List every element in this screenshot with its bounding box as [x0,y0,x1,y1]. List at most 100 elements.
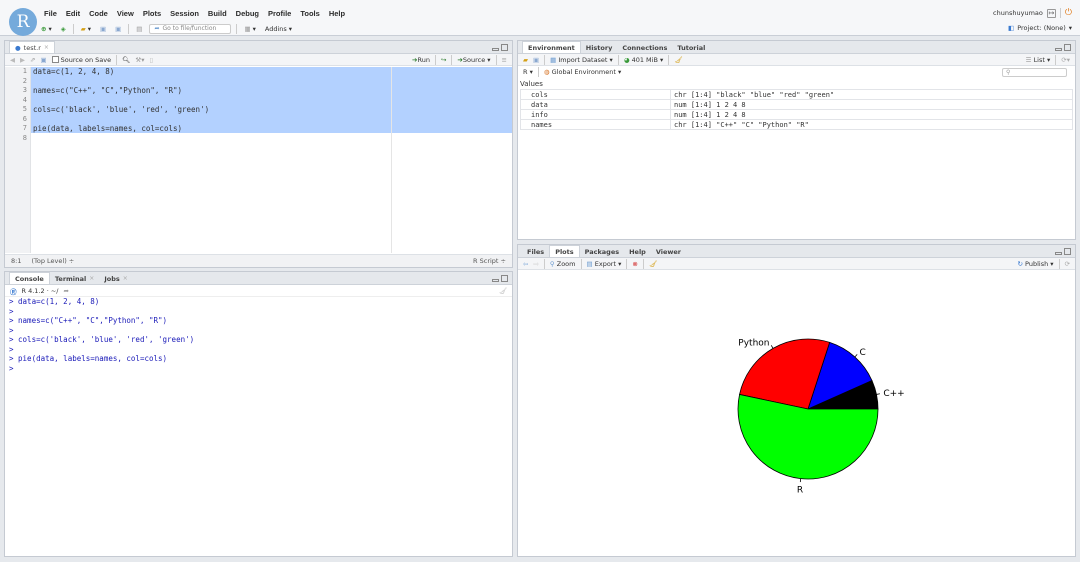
tab-packages[interactable]: Packages [580,246,624,257]
sign-out-icon[interactable]: ↦ [1046,8,1056,18]
tab-tutorial[interactable]: Tutorial [672,42,710,53]
tab-jobs[interactable]: Jobs × [99,273,132,284]
language-selector[interactable]: R ▾ [523,68,533,76]
print-margin [391,67,392,253]
wand-icon[interactable]: ⚒▾ [135,56,144,64]
tab-files[interactable]: Files [522,246,549,257]
menu-profile[interactable]: Profile [268,9,291,18]
rerun-button[interactable]: ↪ [441,56,446,64]
menu-session[interactable]: Session [170,9,199,18]
search-icon[interactable]: 🔍︎ [122,56,130,64]
addins-button[interactable]: Addins ▾ [263,23,294,35]
menu-build[interactable]: Build [208,9,227,18]
tab-viewer[interactable]: Viewer [651,246,686,257]
menu-view[interactable]: View [117,9,134,18]
maximize-icon[interactable] [1064,248,1071,255]
refresh-icon[interactable]: ⟳ [1065,260,1070,268]
menu-plots[interactable]: Plots [143,9,161,18]
export-button[interactable]: ▤ Export ▾ [587,260,622,268]
tab-test-r[interactable]: ● test.r × [9,41,55,53]
close-icon[interactable]: × [89,275,94,282]
maximize-icon[interactable] [1064,44,1071,51]
code-line[interactable] [31,77,33,87]
maximize-icon[interactable] [501,275,508,282]
compile-icon[interactable]: ▯ [149,56,153,64]
memory-usage[interactable]: ◕ 401 MiB ▾ [624,56,663,64]
code-line[interactable]: names=c("C++", "C","Python", "R") [31,86,182,96]
console-prompt[interactable]: > [9,364,512,374]
minimize-icon[interactable] [492,48,499,51]
code-line[interactable] [31,134,33,144]
minimize-icon[interactable] [1055,48,1062,51]
console-output[interactable]: > data=c(1, 2, 4, 8) > > names=c("C++", … [5,297,512,556]
import-dataset-button[interactable]: ▦ Import Dataset ▾ [550,56,613,64]
zoom-button[interactable]: ⚲ Zoom [550,260,576,268]
go-to-dir-icon[interactable]: ➦ [63,287,68,295]
print-button[interactable]: ▤ [134,23,144,35]
forward-icon[interactable]: ▶ [20,56,25,64]
table-row[interactable]: info num [1:4] 1 2 4 8 [520,109,1073,120]
tab-plots[interactable]: Plots [549,245,580,257]
new-project-button[interactable]: ◈ [59,23,68,35]
env-search-input[interactable]: ⚲ [1002,68,1067,77]
save-icon[interactable]: ▣ [40,56,46,64]
tab-terminal[interactable]: Terminal × [50,273,99,284]
tab-environment[interactable]: Environment [522,41,581,53]
power-icon[interactable]: ⏻ [1065,8,1072,18]
source-button[interactable]: ➔Source ▾ [457,56,490,64]
goto-file-input[interactable]: ➦ Go to file/function [149,23,232,34]
menu-edit[interactable]: Edit [66,9,80,18]
code-line[interactable]: cols=c('black', 'blue', 'red', 'green') [31,105,209,115]
tab-history[interactable]: History [581,42,618,53]
pane-layout-button[interactable]: ▦ ▾ [242,23,257,35]
back-arrow-icon[interactable]: ⇦ [523,260,528,268]
table-row[interactable]: names chr [1:4] "C++" "C" "Python" "R" [520,119,1073,130]
table-row[interactable]: cols chr [1:4] "black" "blue" "red" "gree… [520,89,1073,100]
file-type-selector[interactable]: R Script ÷ [473,257,506,265]
close-icon[interactable]: × [123,275,128,282]
run-button[interactable]: ➔Run [412,56,430,64]
new-file-button[interactable]: ⊕ ▾ [39,23,54,35]
table-row[interactable]: data num [1:4] 1 2 4 8 [520,99,1073,110]
menu-code[interactable]: Code [89,9,108,18]
code-line[interactable]: data=c(1, 2, 4, 8) [31,67,114,77]
menu-debug[interactable]: Debug [236,9,259,18]
minimize-icon[interactable] [1055,252,1062,255]
tab-connections[interactable]: Connections [617,42,672,53]
project-menu[interactable]: ◧ Project: (None) ▾ [1008,24,1072,32]
menu-help[interactable]: Help [329,9,345,18]
show-in-window-icon[interactable]: ⇗ [30,56,35,64]
save-button[interactable]: ▣ [98,23,108,35]
code-line[interactable] [31,96,33,106]
view-mode-selector[interactable]: ☰ List ▾ [1026,56,1051,64]
zoom-icon: ⚲ [549,259,555,268]
code-area[interactable]: data=c(1, 2, 4, 8) names=c("C++", "C","P… [31,67,512,253]
remove-plot-icon[interactable]: ⊗ [632,260,637,268]
environment-selector[interactable]: ◍ Global Environment ▾ [544,68,621,76]
load-workspace-icon[interactable]: ▰ [523,56,528,64]
publish-button[interactable]: ↻ Publish ▾ [1018,260,1054,268]
back-icon[interactable]: ◀ [10,56,15,64]
scope-selector[interactable]: (Top Level) ÷ [31,257,74,265]
broom-icon[interactable]: 🧹︎ [649,260,657,268]
menu-file[interactable]: File [44,9,57,18]
toolbar-divider [451,54,453,65]
maximize-icon[interactable] [501,44,508,51]
forward-arrow-icon[interactable]: ⇨ [533,260,538,268]
tab-help[interactable]: Help [624,246,651,257]
source-on-save-checkbox[interactable]: Source on Save [51,56,111,64]
minimize-icon[interactable] [492,279,499,282]
close-icon[interactable]: × [44,44,49,51]
menu-tools[interactable]: Tools [300,9,319,18]
open-file-button[interactable]: ▰ ▾ [79,23,93,35]
outline-icon[interactable]: ≡ [502,56,507,64]
clear-console-icon[interactable]: 🧹︎ [499,287,507,295]
save-all-button[interactable]: ▣ [113,23,123,35]
username: chunshuyumao [993,9,1043,17]
refresh-icon[interactable]: ⟳▾ [1061,56,1070,64]
code-line[interactable] [31,115,33,125]
broom-icon[interactable]: 🧹︎ [674,56,682,64]
code-line[interactable]: pie(data, labels=names, col=cols) [31,124,182,134]
tab-console[interactable]: Console [9,272,50,284]
save-workspace-icon[interactable]: ▣ [533,56,539,64]
